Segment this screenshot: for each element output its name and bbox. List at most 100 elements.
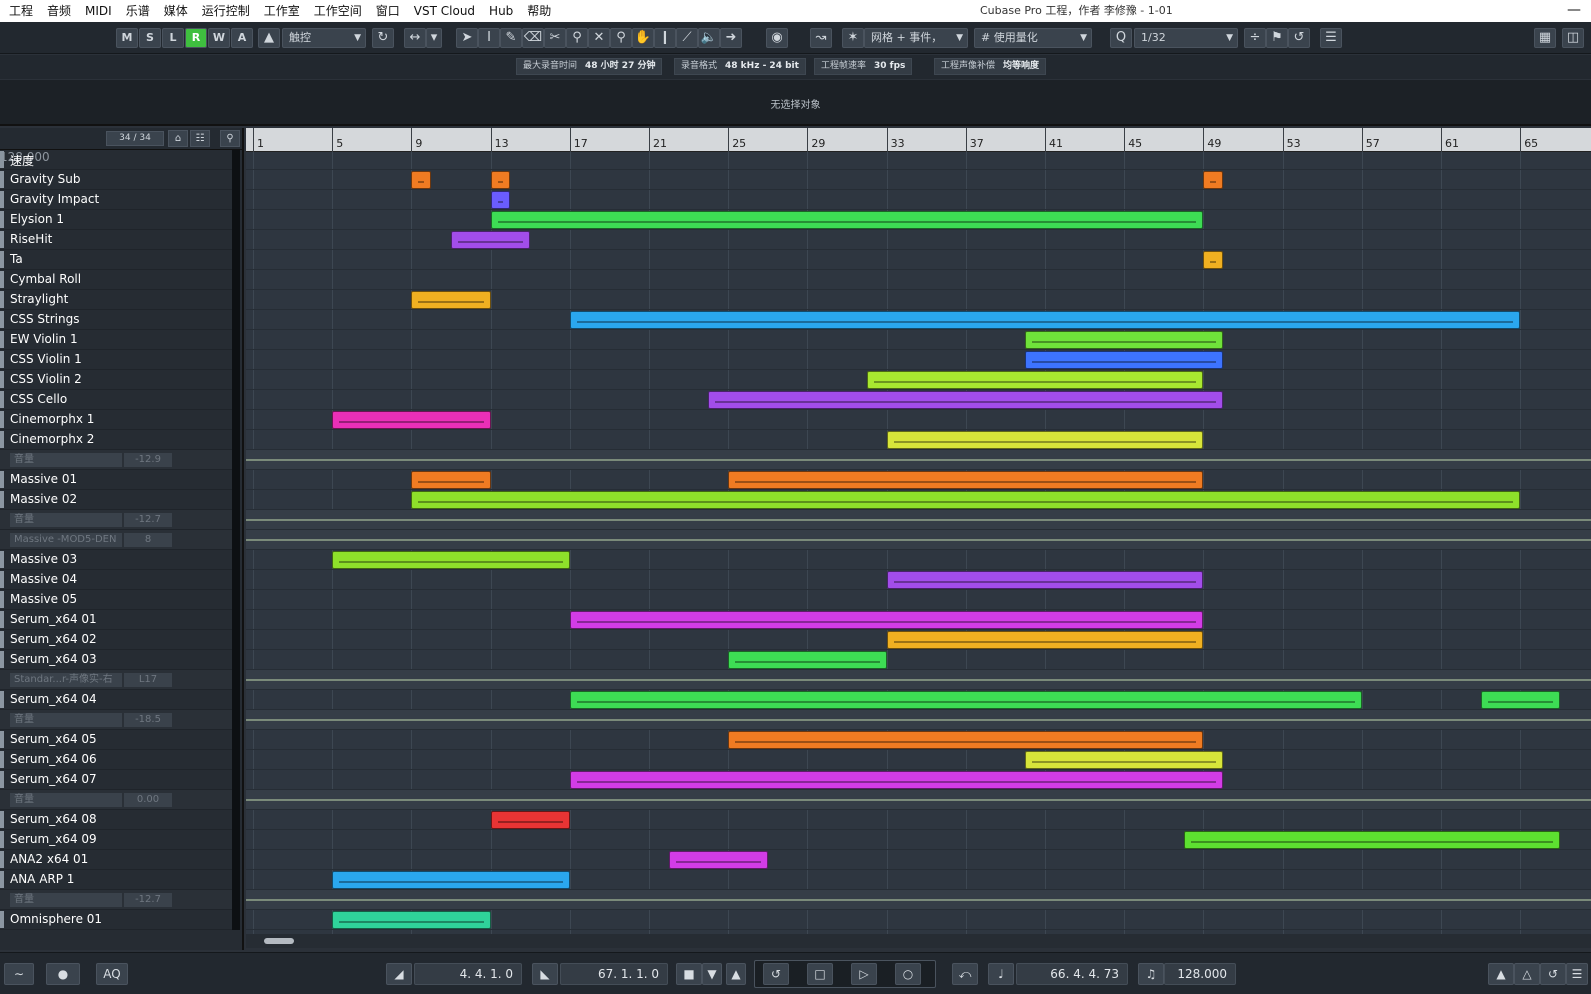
tempo-value[interactable]: 128.000	[0, 150, 240, 164]
track-name[interactable]: Serum_x64 03	[10, 652, 97, 666]
autoscroll-follow-icon[interactable]: ↔	[404, 28, 426, 48]
pan-law[interactable]: 工程声像补偿 均等响度	[934, 58, 1047, 75]
track-name[interactable]: Serum_x64 04	[10, 692, 97, 706]
event-display[interactable]	[246, 152, 1591, 934]
automation-value[interactable]: -12.9	[124, 453, 172, 467]
automation-curve[interactable]	[246, 799, 1591, 801]
track-name[interactable]: Serum_x64 09	[10, 832, 97, 846]
right-locator-icon[interactable]: ◣	[532, 963, 558, 985]
snap-type-dropdown[interactable]: 网格 + 事件， ▼	[864, 28, 968, 48]
touch-mode-icon[interactable]: ▲	[258, 28, 280, 48]
align-icon[interactable]: ☰	[1320, 28, 1342, 48]
automation-parameter[interactable]: 音量	[10, 513, 122, 527]
automation-curve[interactable]	[246, 459, 1591, 461]
pencil-tool-icon[interactable]: ✎	[500, 28, 522, 48]
midi-event[interactable]	[332, 871, 570, 889]
state-button-a[interactable]: A	[231, 28, 253, 48]
quantize-settings-icon[interactable]: ⚑	[1266, 28, 1288, 48]
automation-track[interactable]: 音量 0.00	[0, 790, 240, 810]
track-name[interactable]: Massive 04	[10, 572, 77, 586]
automation-parameter[interactable]: 音量	[10, 713, 122, 727]
midi-event[interactable]	[728, 651, 887, 669]
track-lane[interactable]	[246, 530, 1591, 550]
instrument-track[interactable]: Cinemorphx 1	[0, 410, 240, 430]
stop-icon[interactable]: □	[807, 963, 833, 985]
track-name[interactable]: ANA ARP 1	[10, 872, 74, 886]
auto-scroll-icon[interactable]: ↻	[372, 28, 394, 48]
touch-mode-dropdown[interactable]: 触控 ▼	[282, 28, 366, 48]
midi-event[interactable]	[451, 231, 531, 249]
track-name[interactable]: Serum_x64 01	[10, 612, 97, 626]
edit-mode-icon[interactable]: ∼	[4, 963, 34, 985]
instrument-track[interactable]: Serum_x64 02	[0, 630, 240, 650]
track-lane[interactable]	[246, 650, 1591, 670]
instrument-track[interactable]: Omnisphere 01	[0, 910, 240, 930]
automation-parameter[interactable]: Standar...r-声像实-右	[10, 673, 122, 687]
midi-event[interactable]	[332, 551, 570, 569]
track-lane[interactable]	[246, 790, 1591, 810]
track-name[interactable]: Serum_x64 06	[10, 752, 97, 766]
position-display[interactable]: 66. 4. 4. 73	[1016, 963, 1128, 985]
midi-event[interactable]	[1203, 171, 1224, 189]
menu-item-0[interactable]: 工程	[2, 0, 40, 22]
instrument-track[interactable]: Cinemorphx 2	[0, 430, 240, 450]
instrument-track[interactable]: CSS Cello	[0, 390, 240, 410]
state-button-l[interactable]: L	[162, 28, 184, 48]
menu-item-1[interactable]: 音频	[40, 0, 78, 22]
track-name[interactable]: Cinemorphx 1	[10, 412, 94, 426]
instrument-track[interactable]: Elysion 1	[0, 210, 240, 230]
track-lane[interactable]	[246, 152, 1591, 170]
instrument-track[interactable]: Massive 04	[0, 570, 240, 590]
instrument-track[interactable]: RiseHit	[0, 230, 240, 250]
tempo-icon[interactable]: ♫	[1138, 963, 1164, 985]
record-icon[interactable]: ○	[895, 963, 921, 985]
automation-track[interactable]: Standar...r-声像实-右 L17	[0, 670, 240, 690]
automation-track[interactable]: 音量 -18.5	[0, 710, 240, 730]
instrument-track[interactable]: ANA ARP 1	[0, 870, 240, 890]
range-tool-icon[interactable]: I	[478, 28, 500, 48]
midi-event[interactable]	[411, 171, 432, 189]
midi-event[interactable]	[728, 731, 1204, 749]
pointer-tool-icon[interactable]: ➤	[456, 28, 478, 48]
automation-value[interactable]: -12.7	[124, 893, 172, 907]
track-lane[interactable]	[246, 330, 1591, 350]
track-name[interactable]: Straylight	[10, 292, 68, 306]
instrument-track[interactable]: EW Violin 1	[0, 330, 240, 350]
midi-event[interactable]	[411, 491, 1521, 509]
automation-value[interactable]: 0.00	[124, 793, 172, 807]
warp-tool-icon[interactable]: ➜	[720, 28, 742, 48]
track-lane[interactable]	[246, 670, 1591, 690]
metronome-icon[interactable]: ▲	[1488, 963, 1514, 985]
sync-icon[interactable]: ↺	[1540, 963, 1566, 985]
state-button-m[interactable]: M	[116, 28, 138, 48]
automation-track[interactable]: 音量 -12.7	[0, 890, 240, 910]
midi-event[interactable]	[569, 311, 1521, 329]
punch-out-icon[interactable]: ▲	[726, 963, 746, 985]
midi-event[interactable]	[569, 691, 1362, 709]
track-lane[interactable]	[246, 450, 1591, 470]
tempo-track[interactable]: 速度 128.000	[0, 150, 240, 170]
midi-event[interactable]	[1025, 751, 1224, 769]
instrument-track[interactable]: Massive 05	[0, 590, 240, 610]
track-name[interactable]: CSS Violin 1	[10, 352, 82, 366]
quantize-value-dropdown[interactable]: 1/32 ▼	[1134, 28, 1238, 48]
automation-parameter[interactable]: 音量	[10, 453, 122, 467]
midi-event[interactable]	[1025, 331, 1224, 349]
track-name[interactable]: RiseHit	[10, 232, 52, 246]
instrument-track[interactable]: Serum_x64 05	[0, 730, 240, 750]
midi-event[interactable]	[569, 611, 1204, 629]
automation-track[interactable]: 音量 -12.7	[0, 510, 240, 530]
horizontal-scrollbar[interactable]	[246, 934, 1591, 948]
track-name[interactable]: Massive 02	[10, 492, 77, 506]
menu-item-6[interactable]: 工作室	[257, 0, 307, 22]
track-name[interactable]: Gravity Impact	[10, 192, 99, 206]
track-lane[interactable]	[246, 510, 1591, 530]
menu-item-11[interactable]: 帮助	[520, 0, 558, 22]
track-name[interactable]: Omnisphere 01	[10, 912, 102, 926]
menu-item-3[interactable]: 乐谱	[119, 0, 157, 22]
track-lane[interactable]	[246, 710, 1591, 730]
window-layout-icon[interactable]: ▦	[1534, 28, 1556, 48]
midi-event[interactable]	[1480, 691, 1560, 709]
state-button-w[interactable]: W	[208, 28, 230, 48]
mute-tool-icon[interactable]: ✕	[588, 28, 610, 48]
